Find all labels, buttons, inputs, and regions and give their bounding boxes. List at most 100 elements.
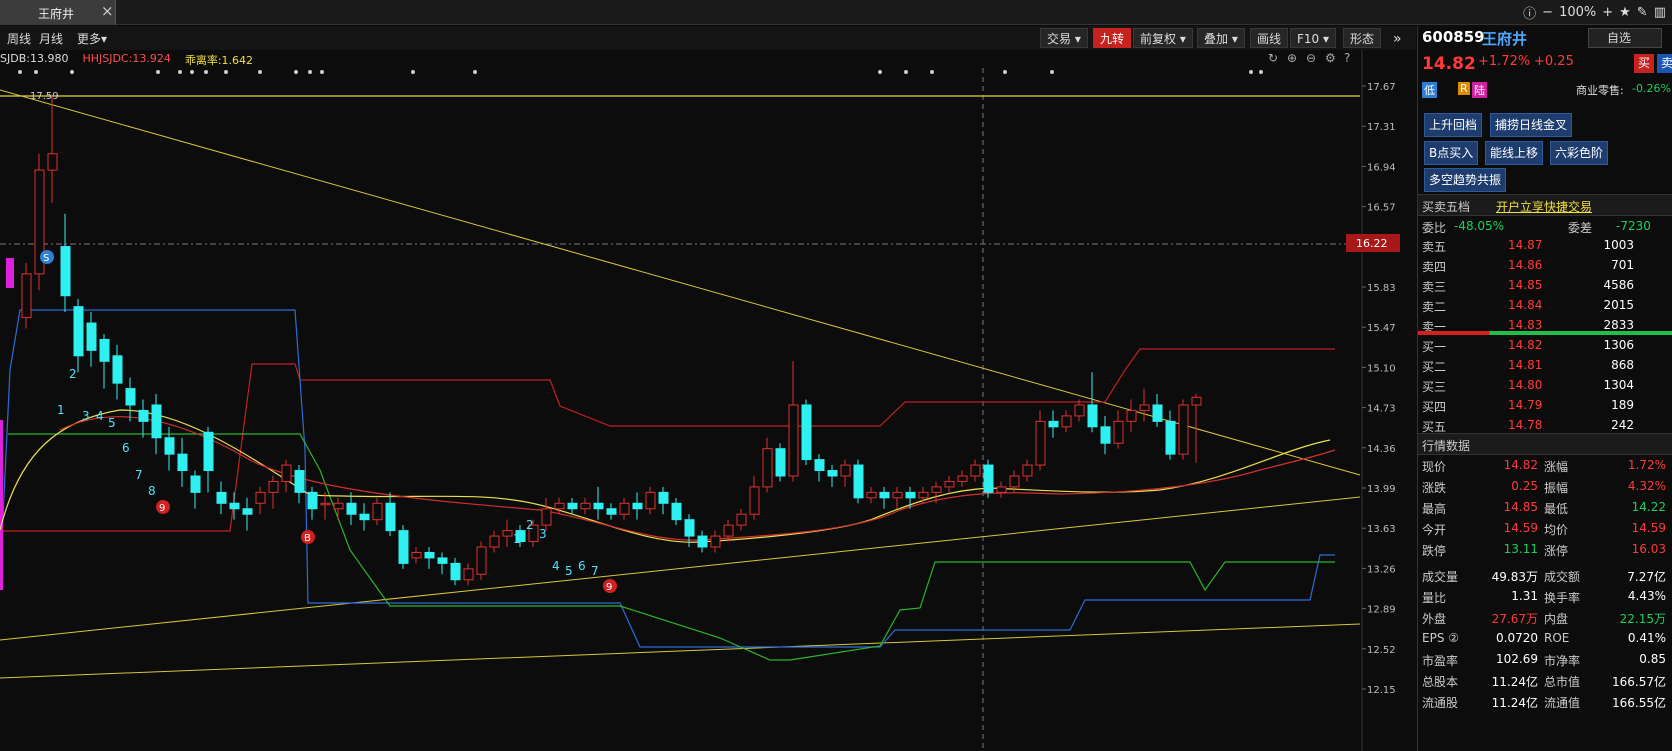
close-tab-icon[interactable]: × <box>101 2 114 20</box>
info-icon[interactable]: ⓘ <box>1523 3 1536 22</box>
star-icon[interactable]: ★ <box>1619 5 1631 20</box>
buy-button[interactable]: 买 <box>1634 54 1654 73</box>
level-price: 14.87 <box>1508 238 1543 252</box>
quote-row: 外盘 27.67万 内盘 22.15万 <box>1418 610 1672 630</box>
monthly-button[interactable]: 月线 <box>32 28 70 48</box>
nine-marker: 9 <box>603 579 617 593</box>
quote-label: 今开 <box>1422 523 1447 537</box>
self-select-button[interactable]: 自选 <box>1588 28 1662 48</box>
signal-button[interactable]: 六彩色阶 <box>1550 141 1609 165</box>
orderbook-row[interactable]: 卖一 14.83 2833 <box>1418 318 1672 338</box>
pattern-button[interactable]: 形态 <box>1343 28 1382 48</box>
signal-dot <box>1003 70 1007 74</box>
more-button[interactable]: 更多▾ <box>70 28 114 48</box>
signal-dot <box>930 70 934 74</box>
settings-icon[interactable]: ⚙ <box>1325 51 1336 65</box>
panel-icon[interactable]: ▥ <box>1654 5 1666 20</box>
zoom-in-icon[interactable]: + <box>1602 5 1613 20</box>
orderbook-row[interactable]: 买二 14.81 868 <box>1418 358 1672 378</box>
quick-trade-link[interactable]: 开户立享快捷交易 <box>1496 198 1592 215</box>
price-tick: 14.36 <box>1367 444 1396 455</box>
price-tick: 17.31 <box>1367 122 1396 133</box>
quote-label: 流通值 <box>1544 696 1581 710</box>
quote-value: 1.31 <box>1511 589 1538 603</box>
signal-button[interactable]: 上升回档 <box>1424 113 1483 137</box>
signal-dot <box>1050 70 1054 74</box>
expand-icon[interactable]: » <box>1386 28 1409 48</box>
tab-wangfujing[interactable]: 王府井 × <box>0 0 116 25</box>
signal-button[interactable]: 多空趋势共振 <box>1424 168 1507 192</box>
zoom-out-chart-icon[interactable]: ⊖ <box>1306 51 1316 65</box>
orderbook-row[interactable]: 买四 14.79 189 <box>1418 398 1672 418</box>
price-tick: 12.15 <box>1367 685 1396 696</box>
orderbook-row[interactable]: 买一 14.82 1306 <box>1418 338 1672 358</box>
quote-title: 行情数据 <box>1422 439 1471 453</box>
svg-text:S: S <box>43 253 49 264</box>
indicator-line: SJDB:13.980 HHJSJDC:13.924 乖离率:1.642 <box>0 52 253 68</box>
orderbook-row[interactable]: 卖四 14.86 701 <box>1418 258 1672 278</box>
edit-icon[interactable]: ✎ <box>1637 5 1648 20</box>
zoom-out-icon[interactable]: − <box>1542 5 1553 20</box>
quote-label: 量比 <box>1422 591 1447 605</box>
quote-row: 量比 1.31 换手率 4.43% <box>1418 589 1672 609</box>
chart-toolbar: 周线 月线 更多▾ 交易 ▾ 九转 前复权 ▾ 叠加 ▾ 画线 F10 ▾ 形态… <box>0 26 1416 50</box>
level-label: 卖三 <box>1422 280 1447 294</box>
price-tick: 15.83 <box>1367 283 1396 294</box>
trade-button[interactable]: 交易 ▾ <box>1040 28 1088 48</box>
draw-line-button[interactable]: 画线 <box>1250 28 1289 48</box>
candle[interactable] <box>476 541 487 580</box>
quote-label: 内盘 <box>1544 612 1569 626</box>
candle[interactable] <box>398 525 409 569</box>
td-label: 3 <box>82 409 90 423</box>
price-tick: 15.47 <box>1367 323 1396 334</box>
risk-tag: 低 <box>1422 82 1437 98</box>
candle[interactable] <box>34 153 45 291</box>
level-label: 买三 <box>1422 380 1447 394</box>
quote-panel: 600859 王府井 自选 14.82 +1.72% +0.25 买 卖 低 R… <box>1417 26 1672 751</box>
signal-dot <box>258 70 262 74</box>
candlestick-chart[interactable]: 1 2 3 4 5 6 7 8 1 2 3 4 5 6 7 8 S B 9 9 … <box>0 50 1416 751</box>
td-label: 8 <box>148 484 156 498</box>
signal-dot <box>473 70 477 74</box>
f10-button[interactable]: F10 ▾ <box>1290 28 1337 48</box>
zoom-in-chart-icon[interactable]: ⊕ <box>1287 51 1297 65</box>
orderbook-row[interactable]: 卖五 14.87 1003 <box>1418 238 1672 258</box>
price-tick: 13.26 <box>1367 564 1396 575</box>
wb-label: 委比 <box>1422 221 1447 235</box>
orderbook-row[interactable]: 卖二 14.84 2015 <box>1418 298 1672 318</box>
indicator-bias: 乖离率:1.642 <box>184 54 254 67</box>
nine-turn-button[interactable]: 九转 <box>1093 28 1132 48</box>
svg-text:9: 9 <box>606 582 612 593</box>
overlay-button[interactable]: 叠加 ▾ <box>1197 28 1245 48</box>
quote-value: 166.57亿 <box>1612 675 1666 689</box>
candle[interactable] <box>853 459 864 504</box>
candle[interactable] <box>1178 399 1189 460</box>
orderbook-row[interactable]: 卖三 14.85 4586 <box>1418 278 1672 298</box>
orderbook-row[interactable]: 买三 14.80 1304 <box>1418 378 1672 398</box>
adjust-button[interactable]: 前复权 ▾ <box>1133 28 1193 48</box>
quote-value: 14.82 <box>1503 458 1538 472</box>
candle[interactable] <box>801 399 812 466</box>
quote-label: 流通股 <box>1422 696 1459 710</box>
zoom-level: 100% <box>1559 5 1597 20</box>
td-label: 7 <box>591 564 599 578</box>
signal-button[interactable]: B点买入 <box>1424 141 1479 165</box>
signal-button[interactable]: 能线上移 <box>1485 141 1544 165</box>
quote-label: 涨停 <box>1544 544 1569 558</box>
signal-dot <box>204 70 208 74</box>
help-icon[interactable]: ? <box>1344 51 1350 65</box>
price-pct: +1.72% <box>1478 54 1531 69</box>
quote-row: 市盈率 102.69 市净率 0.85 <box>1418 652 1672 672</box>
level-price: 14.80 <box>1508 378 1543 392</box>
sell-button[interactable]: 卖 <box>1657 54 1672 73</box>
signal-button[interactable]: 捕捞日线金叉 <box>1490 113 1573 137</box>
signal-dot <box>1249 70 1253 74</box>
quote-row: 跌停 13.11 涨停 16.03 <box>1418 542 1672 562</box>
level-volume: 242 <box>1611 418 1634 432</box>
candle[interactable] <box>983 459 994 498</box>
candle[interactable] <box>775 443 786 482</box>
stock-name[interactable]: 王府井 <box>1482 28 1527 49</box>
refresh-icon[interactable]: ↻ <box>1268 51 1278 65</box>
wc-label: 委差 <box>1568 221 1593 235</box>
td-label: 5 <box>108 416 116 430</box>
